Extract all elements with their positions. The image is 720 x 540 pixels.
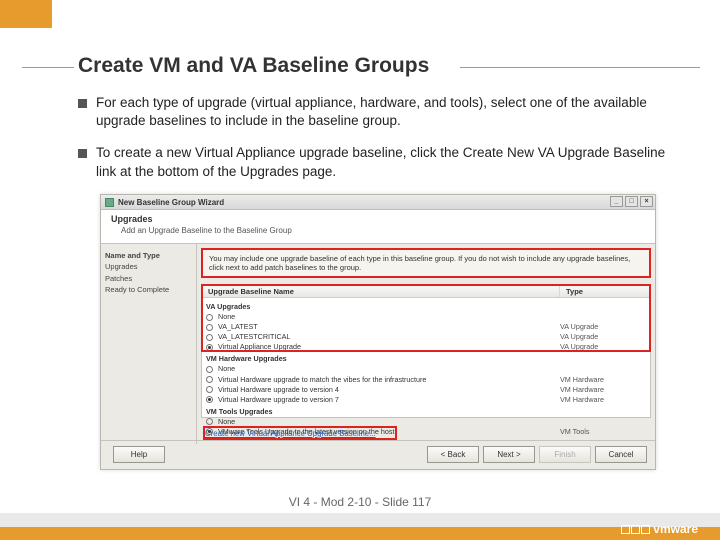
wizard-steps-sidebar: Name and Type Upgrades Patches Ready to …	[101, 244, 197, 444]
group-header: VM Tools Upgrades	[206, 407, 646, 417]
radio-icon[interactable]	[206, 334, 213, 341]
baseline-type: VM Hardware	[560, 375, 646, 385]
corner-accent	[0, 0, 52, 28]
col-type: Type	[560, 285, 650, 297]
baseline-row[interactable]: None	[206, 417, 646, 427]
wizard-body: Name and Type Upgrades Patches Ready to …	[101, 244, 655, 444]
bullet-item: To create a new Virtual Appliance upgrad…	[78, 144, 678, 180]
wizard-buttons: Help < Back Next > Finish Cancel	[101, 446, 655, 463]
wizard-header: Upgrades Add an Upgrade Baseline to the …	[101, 210, 655, 244]
wizard-step[interactable]: Name and Type	[105, 250, 192, 261]
radio-icon[interactable]	[206, 386, 213, 393]
vmware-logo: vmware	[621, 522, 698, 536]
baseline-name: None	[216, 312, 560, 322]
wizard-window: New Baseline Group Wizard _ □ × Upgrades…	[100, 194, 656, 470]
baseline-type: VM Tools	[560, 427, 646, 437]
finish-button[interactable]: Finish	[539, 446, 591, 463]
wizard-main: You may include one upgrade baseline of …	[197, 244, 655, 444]
baseline-name: Virtual Hardware upgrade to match the vi…	[216, 375, 560, 385]
radio-icon[interactable]	[206, 314, 213, 321]
wizard-step[interactable]: Ready to Complete	[105, 284, 192, 295]
radio-icon[interactable]	[206, 344, 213, 351]
bullet-list: For each type of upgrade (virtual applia…	[78, 94, 678, 195]
slide-title: Create VM and VA Baseline Groups	[78, 54, 429, 78]
note-text: You may include one upgrade baseline of …	[209, 254, 630, 272]
wizard-step-title: Upgrades	[111, 214, 645, 224]
footer-bar-gray	[0, 513, 720, 527]
group-header: VM Hardware Upgrades	[206, 354, 646, 364]
next-button[interactable]: Next >	[483, 446, 535, 463]
wizard-titlebar[interactable]: New Baseline Group Wizard _ □ ×	[101, 195, 655, 210]
brand-text: vmware	[653, 522, 698, 536]
slide-number: VI 4 - Mod 2-10 - Slide 117	[0, 495, 720, 509]
list-header: Upgrade Baseline Name Type	[202, 285, 650, 298]
footer-bar-orange	[0, 527, 720, 540]
wizard-step[interactable]: Upgrades	[105, 261, 192, 272]
baseline-row[interactable]: VA_LATESTVA Upgrade	[206, 322, 646, 332]
app-icon	[105, 198, 114, 207]
list-body: VA UpgradesNoneVA_LATESTVA UpgradeVA_LAT…	[202, 298, 650, 438]
wizard-step[interactable]: Patches	[105, 273, 192, 284]
bullet-item: For each type of upgrade (virtual applia…	[78, 94, 678, 130]
title-rule-right	[460, 67, 700, 68]
highlight-note: You may include one upgrade baseline of …	[201, 248, 651, 278]
wizard-separator	[101, 440, 655, 441]
baseline-name: VA_LATEST	[216, 322, 560, 332]
baseline-row[interactable]: Virtual Hardware upgrade to match the vi…	[206, 375, 646, 385]
baseline-name: Virtual Hardware upgrade to version 4	[216, 385, 560, 395]
group-header: VA Upgrades	[206, 302, 646, 312]
baseline-type: VM Hardware	[560, 385, 646, 395]
radio-icon[interactable]	[206, 366, 213, 373]
baseline-name: VA_LATESTCRITICAL	[216, 332, 560, 342]
window-controls: _ □ ×	[610, 196, 653, 207]
baseline-row[interactable]: None	[206, 312, 646, 322]
baseline-name: None	[216, 417, 560, 427]
baseline-row[interactable]: Virtual Appliance UpgradeVA Upgrade	[206, 342, 646, 352]
wizard-step-subtitle: Add an Upgrade Baseline to the Baseline …	[111, 226, 645, 235]
radio-icon[interactable]	[206, 396, 213, 403]
baseline-row[interactable]: VA_LATESTCRITICALVA Upgrade	[206, 332, 646, 342]
radio-icon[interactable]	[206, 376, 213, 383]
baseline-type: VM Hardware	[560, 395, 646, 405]
baseline-row[interactable]: Virtual Hardware upgrade to version 4VM …	[206, 385, 646, 395]
baseline-type: VA Upgrade	[560, 342, 646, 352]
close-icon[interactable]: ×	[640, 196, 653, 207]
baseline-type: VA Upgrade	[560, 322, 646, 332]
baseline-name: None	[216, 364, 560, 374]
logo-boxes-icon	[621, 525, 650, 534]
col-name: Upgrade Baseline Name	[202, 285, 560, 297]
baseline-name: Virtual Appliance Upgrade	[216, 342, 560, 352]
cancel-button[interactable]: Cancel	[595, 446, 647, 463]
baseline-list: Upgrade Baseline Name Type VA UpgradesNo…	[201, 284, 651, 418]
minimize-icon[interactable]: _	[610, 196, 623, 207]
baseline-row[interactable]: None	[206, 364, 646, 374]
radio-icon[interactable]	[206, 324, 213, 331]
window-title: New Baseline Group Wizard	[118, 198, 224, 207]
create-va-baseline-link[interactable]: Create new Virtual Appliance Upgrade Bas…	[205, 429, 376, 438]
help-button[interactable]: Help	[113, 446, 165, 463]
baseline-row[interactable]: Virtual Hardware upgrade to version 7VM …	[206, 395, 646, 405]
radio-icon[interactable]	[206, 418, 213, 425]
back-button[interactable]: < Back	[427, 446, 479, 463]
baseline-type: VA Upgrade	[560, 332, 646, 342]
baseline-name: Virtual Hardware upgrade to version 7	[216, 395, 560, 405]
maximize-icon[interactable]: □	[625, 196, 638, 207]
title-rule-left	[22, 67, 74, 68]
